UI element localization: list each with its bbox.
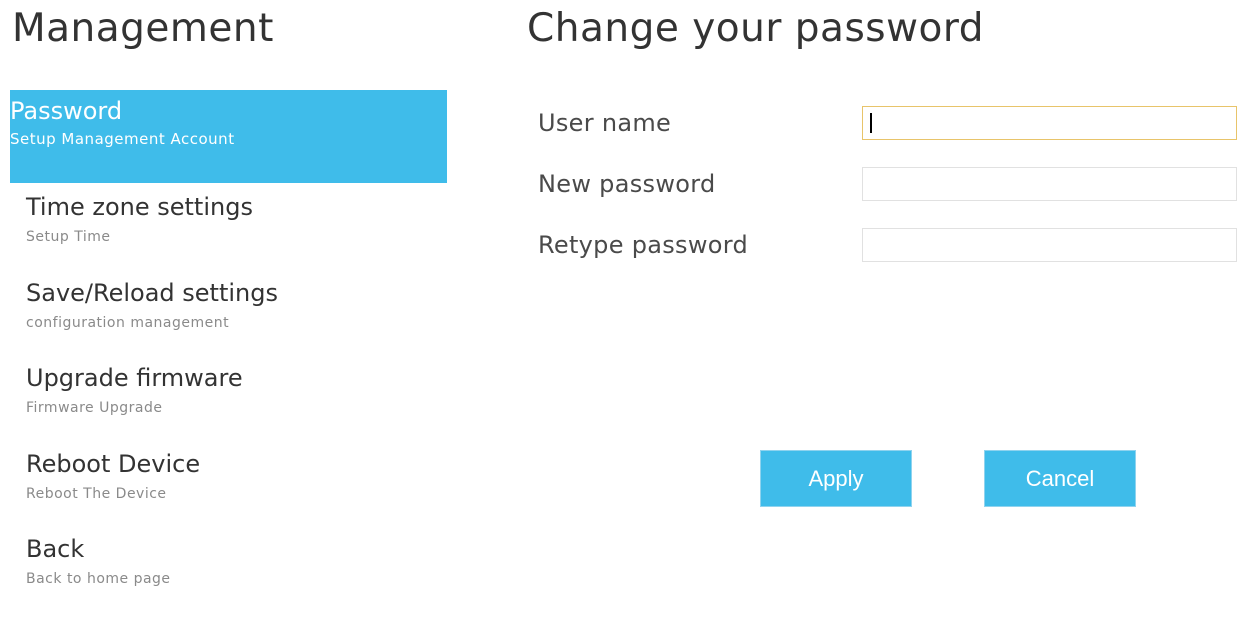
sidebar-item-label: Upgrade firmware xyxy=(26,364,243,392)
sidebar-item-upgrade-firmware[interactable]: Upgrade firmware Firmware Upgrade xyxy=(10,362,447,448)
username-row: User name xyxy=(538,105,1241,141)
cancel-button[interactable]: Cancel xyxy=(984,450,1136,507)
new-password-field[interactable] xyxy=(862,167,1237,201)
sidebar-item-subtitle: Firmware Upgrade xyxy=(26,400,163,416)
username-field[interactable] xyxy=(862,106,1237,140)
sidebar-item-label: Password xyxy=(10,97,123,125)
sidebar-item-password[interactable]: Password Setup Management Account xyxy=(10,90,447,183)
sidebar-item-subtitle: Setup Time xyxy=(26,229,111,245)
sidebar-title: Management xyxy=(12,6,274,51)
text-caret xyxy=(870,113,872,133)
sidebar-nav: Password Setup Management Account Time z… xyxy=(10,90,447,619)
page-title: Change your password xyxy=(527,6,984,51)
username-label: User name xyxy=(538,109,672,137)
sidebar-item-subtitle: Setup Management Account xyxy=(10,130,235,148)
new-password-row: New password xyxy=(538,166,1241,202)
retype-password-label: Retype password xyxy=(538,231,749,259)
apply-button[interactable]: Apply xyxy=(760,450,912,507)
sidebar-item-label: Save/Reload settings xyxy=(26,278,278,307)
sidebar-item-label: Reboot Device xyxy=(26,449,201,478)
sidebar-item-subtitle: configuration management xyxy=(26,314,230,331)
sidebar-item-save-reload[interactable]: Save/Reload settings configuration manag… xyxy=(10,277,447,363)
sidebar-item-reboot-device[interactable]: Reboot Device Reboot The Device xyxy=(10,448,447,534)
sidebar-item-label: Time zone settings xyxy=(26,193,253,221)
retype-password-field[interactable] xyxy=(862,228,1237,262)
sidebar-item-subtitle: Reboot The Device xyxy=(26,485,167,502)
retype-password-row: Retype password xyxy=(538,227,1241,263)
sidebar-item-subtitle: Back to home page xyxy=(26,571,171,587)
sidebar-item-back[interactable]: Back Back to home page xyxy=(10,533,447,619)
sidebar-item-label: Back xyxy=(26,535,85,563)
new-password-label: New password xyxy=(538,170,716,198)
sidebar-item-time-zone[interactable]: Time zone settings Setup Time xyxy=(10,191,447,277)
